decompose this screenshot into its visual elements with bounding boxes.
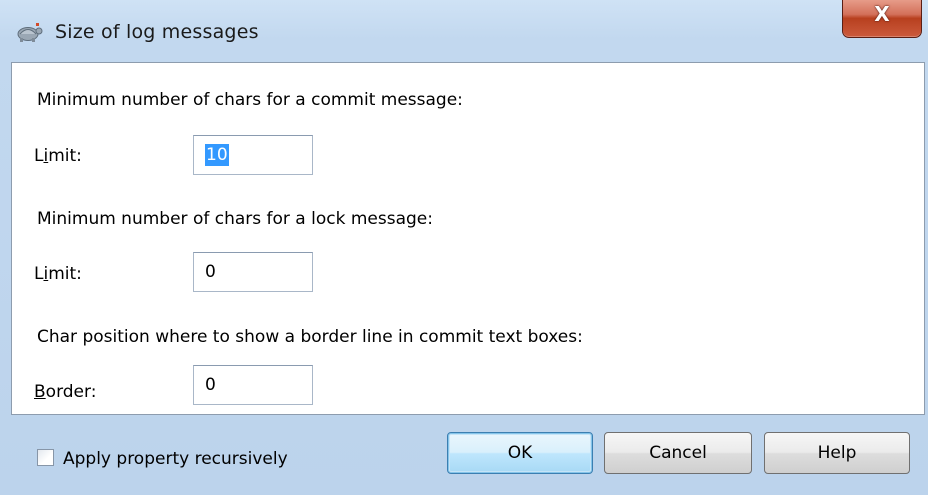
dialog-client-area: Minimum number of chars for a commit mes… <box>11 62 925 415</box>
close-button[interactable]: X <box>842 0 922 38</box>
recursive-checkbox-label[interactable]: Apply property recursively <box>63 448 288 470</box>
tortoise-app-icon <box>17 23 43 42</box>
dialog-window: Size of log messages X Minimum number of… <box>0 0 928 495</box>
lock-limit-value: 0 <box>205 262 216 282</box>
window-title: Size of log messages <box>55 21 259 43</box>
lock-limit-input[interactable]: 0 <box>193 252 313 292</box>
commit-limit-label: Limit: <box>34 146 82 166</box>
border-input[interactable]: 0 <box>193 365 313 405</box>
lock-limit-label: Limit: <box>34 264 82 284</box>
help-button[interactable]: Help <box>764 432 910 474</box>
border-label: Border: <box>34 382 97 402</box>
commit-limit-input[interactable]: 10 <box>193 135 313 175</box>
commit-limit-value: 10 <box>205 144 229 166</box>
cancel-button[interactable]: Cancel <box>604 432 752 474</box>
ok-button[interactable]: OK <box>447 432 593 474</box>
lock-heading: Minimum number of chars for a lock messa… <box>37 209 433 229</box>
recursive-checkbox[interactable] <box>37 449 54 466</box>
border-heading: Char position where to show a border lin… <box>37 327 583 347</box>
title-bar[interactable]: Size of log messages X <box>0 0 928 62</box>
commit-heading: Minimum number of chars for a commit mes… <box>37 90 463 110</box>
border-value: 0 <box>205 375 216 395</box>
close-icon: X <box>874 2 890 26</box>
